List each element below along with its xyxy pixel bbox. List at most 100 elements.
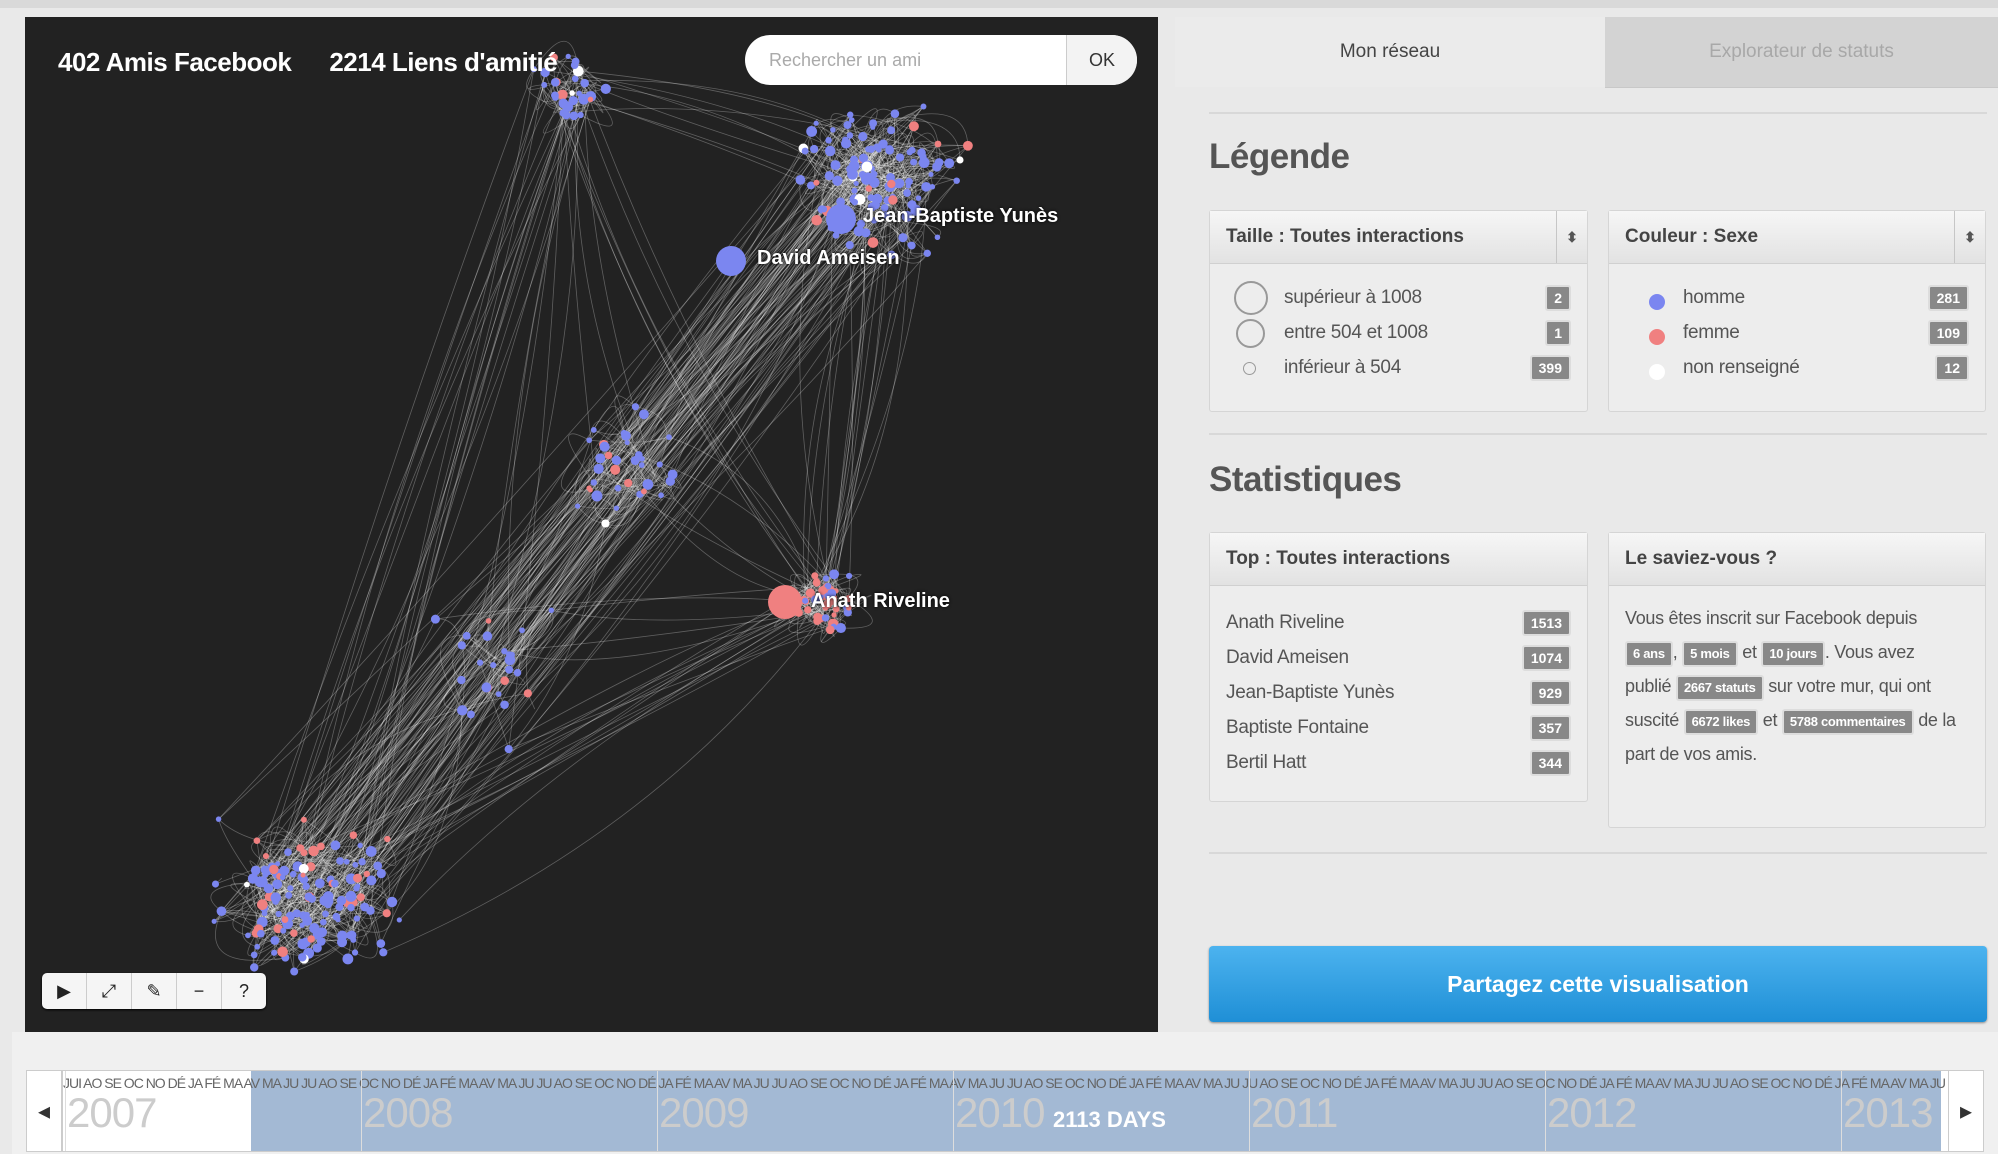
likes-badge: 6672 likes xyxy=(1683,709,1759,735)
graph-node xyxy=(932,162,942,172)
graph-node xyxy=(577,111,584,119)
node-label-jean-baptiste[interactable]: Jean-Baptiste Yunès xyxy=(863,205,1058,228)
graph-node xyxy=(245,932,251,939)
graph-node xyxy=(610,464,621,475)
graph-node xyxy=(910,158,918,166)
graph-node xyxy=(330,840,341,851)
graph-node xyxy=(365,846,377,857)
node-david xyxy=(716,246,746,276)
graph-node xyxy=(851,187,858,194)
graph-node xyxy=(505,665,514,674)
graph-node xyxy=(495,691,502,698)
year-label: 2008 xyxy=(363,1089,453,1136)
size-select[interactable]: Taille : Toutes interactions ⬍ xyxy=(1210,211,1587,264)
graph-node xyxy=(944,158,955,169)
search-ok-button[interactable]: OK xyxy=(1066,35,1137,85)
stats-title: Statistiques xyxy=(1209,460,1402,499)
count-badge: 1513 xyxy=(1521,610,1571,636)
list-item: non renseigné 12 xyxy=(1609,353,1985,383)
tab-explorateur[interactable]: Explorateur de statuts xyxy=(1605,17,1998,88)
graph-node xyxy=(281,916,289,923)
year-label: 2007 xyxy=(67,1089,157,1136)
graph-node xyxy=(284,848,292,856)
list-item[interactable]: David Ameisen 1074 xyxy=(1210,643,1587,673)
graph-node xyxy=(376,868,386,879)
comments-badge: 5788 commentaires xyxy=(1781,709,1914,735)
graph-node xyxy=(500,676,510,685)
list-item[interactable]: Bertil Hatt 344 xyxy=(1210,748,1587,778)
tag-icon[interactable]: ✎ xyxy=(132,973,177,1009)
graph-node xyxy=(812,578,821,587)
graph-node xyxy=(457,675,466,685)
network-graph[interactable]: 402 Amis Facebook2214 Liens d'amitié OK … xyxy=(25,17,1158,1032)
graph-node xyxy=(907,242,913,248)
list-item[interactable]: Baptiste Fontaine 357 xyxy=(1210,713,1587,743)
timeline-left-arrow-icon[interactable]: ◂ xyxy=(26,1070,62,1152)
graph-node xyxy=(353,915,361,922)
graph-node xyxy=(376,939,386,948)
graph-node xyxy=(277,946,288,958)
graph-node xyxy=(320,918,327,926)
count-badge: 399 xyxy=(1529,355,1571,381)
graph-node xyxy=(476,659,484,666)
graph-node xyxy=(353,873,363,883)
graph-node xyxy=(254,876,266,888)
graph-node xyxy=(482,631,493,641)
graph-node xyxy=(300,872,306,878)
graph-node xyxy=(347,903,355,912)
play-icon[interactable]: ▶ xyxy=(42,973,87,1009)
size-label: supérieur à 1008 xyxy=(1284,287,1422,308)
unknown-dot-icon xyxy=(1649,364,1665,380)
graph-node xyxy=(601,519,610,528)
graph-node xyxy=(345,890,357,902)
year-label: 2011 xyxy=(1251,1089,1338,1136)
year-divider xyxy=(657,1071,658,1151)
list-item[interactable]: Jean-Baptiste Yunès 929 xyxy=(1210,678,1587,708)
graph-node xyxy=(831,612,837,618)
graph-edge xyxy=(264,69,535,870)
graph-node xyxy=(360,902,370,912)
graph-node xyxy=(289,870,297,878)
graph-node xyxy=(846,572,853,580)
graph-node xyxy=(253,837,261,844)
graph-node xyxy=(307,935,315,943)
expand-icon[interactable]: ⤢ xyxy=(87,973,132,1009)
list-item[interactable]: Anath Riveline 1513 xyxy=(1210,608,1587,638)
graph-node xyxy=(894,178,905,189)
graph-node xyxy=(272,879,283,890)
graph-node xyxy=(481,682,492,693)
graph-node xyxy=(593,463,604,474)
graph-node xyxy=(299,922,305,928)
graph-node xyxy=(848,117,855,123)
graph-node xyxy=(887,179,896,189)
tab-mon-reseau[interactable]: Mon réseau xyxy=(1175,17,1605,87)
timeline-track[interactable]: JUI AO SE OC NO DÉ JA FÉ MA AV MA JU JU … xyxy=(62,1070,1976,1152)
size-label: entre 504 et 1008 xyxy=(1284,322,1428,343)
search-input[interactable] xyxy=(745,35,1069,85)
color-select[interactable]: Couleur : Sexe ⬍ xyxy=(1609,211,1985,264)
graph-node xyxy=(382,909,391,918)
male-dot-icon xyxy=(1649,294,1665,310)
graph-node xyxy=(462,631,471,640)
graph-node xyxy=(280,927,287,934)
graph-canvas[interactable] xyxy=(25,17,1158,1032)
year-divider xyxy=(361,1071,362,1151)
select-arrows-icon: ⬍ xyxy=(1556,211,1587,263)
graph-node xyxy=(270,935,280,945)
node-label-anath[interactable]: Anath Riveline xyxy=(811,590,950,613)
tab-bar: Mon réseau Explorateur de statuts xyxy=(1175,17,1998,88)
graph-node xyxy=(343,858,350,865)
graph-node xyxy=(795,174,806,185)
graph-node xyxy=(300,816,307,823)
timeline-right-arrow-icon[interactable]: ▸ xyxy=(1948,1070,1984,1152)
graph-node xyxy=(956,156,964,164)
graph-node xyxy=(541,81,548,88)
graph-node xyxy=(642,479,654,490)
graph-node xyxy=(317,842,325,851)
help-icon[interactable]: ? xyxy=(222,973,266,1009)
node-label-david[interactable]: David Ameisen xyxy=(757,247,900,270)
graph-node xyxy=(457,705,468,716)
minus-icon[interactable]: − xyxy=(177,973,222,1009)
share-button[interactable]: Partagez cette visualisation xyxy=(1209,946,1987,1022)
small-circle-icon xyxy=(1243,362,1256,375)
